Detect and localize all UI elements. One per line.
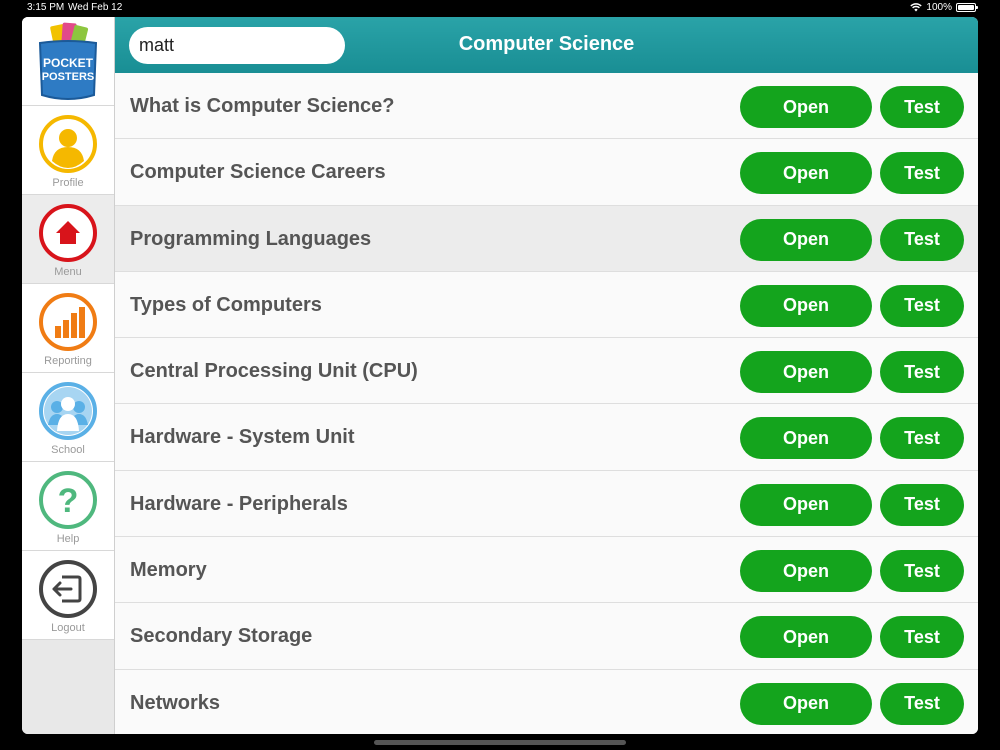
sidebar-item-school[interactable]: School [22,373,114,462]
question-icon: ? [39,471,97,529]
open-button[interactable]: Open [740,86,872,128]
test-button[interactable]: Test [880,351,964,394]
page-title: Computer Science [458,33,635,55]
logout-icon [39,560,97,618]
sidebar-item-label: Logout [51,622,85,634]
list-item: Secondary Storage Open Test [115,603,978,670]
topic-title: Central Processing Unit (CPU) [130,360,418,383]
home-icon [39,204,97,262]
logo: POCKET POSTERS [22,17,114,106]
topic-title: Networks [130,691,221,714]
status-bar: 3:15 PM Wed Feb 12 100% [0,0,1000,16]
sidebar-item-reporting[interactable]: Reporting [22,284,114,373]
status-time: 3:15 PM [27,2,65,13]
battery-icon [956,3,978,12]
test-button[interactable]: Test [880,417,964,460]
test-button[interactable]: Test [880,483,964,526]
open-button[interactable]: Open [740,682,872,725]
test-button[interactable]: Test [880,616,964,659]
logo-line2: POSTERS [42,71,95,83]
topic-title: Hardware - System Unit [130,426,355,449]
list-item: Networks Open Test [115,669,978,734]
sidebar-item-label: Menu [54,266,82,278]
topic-title: Hardware - Peripherals [130,492,348,515]
list-item: Computer Science Careers Open Test [115,139,978,206]
profile-icon [39,115,97,173]
header-bar: Computer Science [115,17,978,73]
open-button[interactable]: Open [740,417,872,460]
svg-text:?: ? [58,482,79,520]
home-indicator[interactable] [374,740,626,745]
search-input[interactable] [129,27,345,64]
sidebar-item-logout[interactable]: Logout [22,551,114,640]
open-button[interactable]: Open [740,616,872,659]
list-item: Memory Open Test [115,537,978,604]
pocket-posters-logo-icon: POCKET POSTERS [38,22,98,100]
app-window: POCKET POSTERS Profile Menu Reporting Sc… [22,17,978,734]
list-item: Types of Computers Open Test [115,271,978,339]
open-button[interactable]: Open [740,351,872,394]
topic-title: Secondary Storage [130,625,313,648]
topic-title: Memory [130,559,207,582]
bar-chart-icon [39,293,97,351]
sidebar-item-menu[interactable]: Menu [22,195,114,284]
wifi-icon [910,3,923,12]
list-item: What is Computer Science? Open Test [115,73,978,140]
open-button[interactable]: Open [740,152,872,195]
test-button[interactable]: Test [880,682,964,725]
list-item: Central Processing Unit (CPU) Open Test [115,338,978,405]
sidebar-item-label: Reporting [44,355,92,367]
topic-title: Programming Languages [130,227,372,250]
test-button[interactable]: Test [880,284,964,327]
test-button[interactable]: Test [880,86,964,128]
logo-line1: POCKET [43,56,94,70]
people-icon [39,382,97,440]
test-button[interactable]: Test [880,152,964,195]
sidebar-item-profile[interactable]: Profile [22,106,114,195]
open-button[interactable]: Open [740,550,872,593]
sidebar-item-help[interactable]: ? Help [22,462,114,551]
open-button[interactable]: Open [740,483,872,526]
open-button[interactable]: Open [740,284,872,327]
test-button[interactable]: Test [880,218,964,261]
topic-title: Computer Science Careers [130,161,386,184]
sidebar-item-label: School [51,444,85,456]
sidebar-item-label: Help [56,533,80,545]
topic-title: What is Computer Science? [130,95,395,117]
list-item: Hardware - Peripherals Open Test [115,470,978,538]
list-item: Hardware - System Unit Open Test [115,404,978,471]
sidebar-item-label: Profile [52,177,84,189]
topic-list: What is Computer Science? Open Test Comp… [115,73,978,734]
topic-title: Types of Computers [130,293,322,316]
status-date: Wed Feb 12 [68,2,123,13]
list-item: Programming Languages Open Test [115,205,978,272]
open-button[interactable]: Open [740,218,872,261]
test-button[interactable]: Test [880,550,964,593]
battery-percent: 100% [926,2,952,13]
status-right: 100% [910,2,978,13]
sidebar: POCKET POSTERS Profile Menu Reporting Sc… [22,17,115,734]
